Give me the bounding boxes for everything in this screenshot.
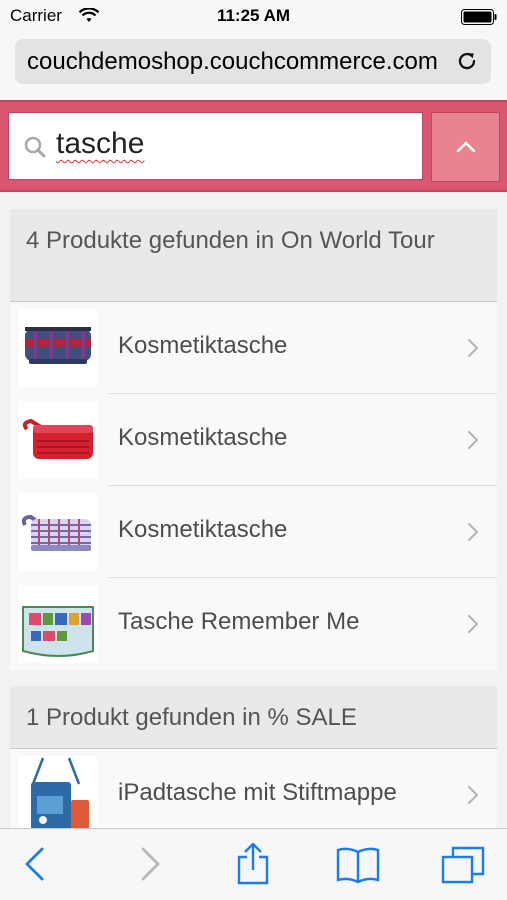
bookmarks-icon[interactable] <box>336 846 380 884</box>
chevron-right-icon <box>468 431 478 449</box>
tabs-icon[interactable] <box>441 846 485 884</box>
back-arrow-icon[interactable] <box>22 846 48 882</box>
result-group: 4 Produkte gefunden in On World Tour Kos <box>10 209 497 670</box>
mobile-screen: Carrier 11:25 AM couchdemoshop.couchcomm… <box>0 0 507 900</box>
chevron-up-icon <box>456 141 476 153</box>
product-name: Kosmetiktasche <box>118 332 288 359</box>
search-header: tasche <box>0 100 507 192</box>
search-input-value[interactable]: tasche <box>56 127 144 161</box>
group-header: 1 Produkt gefunden in % SALE <box>10 686 497 749</box>
product-thumbnail <box>19 309 97 387</box>
browser-address-area: couchdemoshop.couchcommerce.com <box>0 34 507 100</box>
product-name: Tasche Remember Me <box>118 608 360 635</box>
list-item[interactable]: Kosmetiktasche <box>10 394 497 486</box>
result-group: 1 Produkt gefunden in % SALE iPadtasche … <box>10 686 497 828</box>
blue-cosmetic-bag-image <box>25 327 91 364</box>
chevron-right-icon <box>468 615 478 633</box>
ipad-bag-image <box>31 757 89 828</box>
list-item[interactable]: iPadtasche mit Stiftmappe <box>10 749 497 828</box>
chevron-right-icon <box>468 523 478 541</box>
product-name: Kosmetiktasche <box>118 424 288 451</box>
chevron-right-icon <box>468 339 478 357</box>
address-url[interactable]: couchdemoshop.couchcommerce.com <box>27 48 447 76</box>
list-item[interactable]: Tasche Remember Me <box>10 578 497 670</box>
product-thumbnail <box>19 756 97 828</box>
list-item[interactable]: Kosmetiktasche <box>10 486 497 578</box>
search-results: 4 Produkte gefunden in On World Tour Kos <box>0 192 507 828</box>
list-item[interactable]: Kosmetiktasche <box>10 302 497 394</box>
clock: 11:25 AM <box>216 6 291 25</box>
search-input[interactable]: tasche <box>8 112 423 180</box>
forward-arrow-icon[interactable] <box>137 846 163 882</box>
search-icon <box>24 136 46 158</box>
share-icon[interactable] <box>235 843 271 885</box>
battery-icon <box>461 9 497 25</box>
chevron-right-icon <box>468 786 478 804</box>
reload-icon[interactable] <box>455 49 479 73</box>
status-bar: Carrier 11:25 AM <box>0 0 507 34</box>
collapse-search-button[interactable] <box>431 112 500 182</box>
address-bar[interactable]: couchdemoshop.couchcommerce.com <box>15 39 491 84</box>
red-cosmetic-bag-image <box>22 418 93 459</box>
browser-toolbar <box>0 828 507 900</box>
product-thumbnail <box>19 401 97 479</box>
group-header: 4 Produkte gefunden in On World Tour <box>10 209 497 302</box>
product-thumbnail <box>19 493 97 571</box>
checkered-cosmetic-bag-image <box>21 514 91 551</box>
remember-me-bag-image <box>22 606 94 657</box>
product-name: Kosmetiktasche <box>118 516 288 543</box>
product-thumbnail <box>19 585 97 663</box>
product-name: iPadtasche mit Stiftmappe <box>118 779 397 806</box>
